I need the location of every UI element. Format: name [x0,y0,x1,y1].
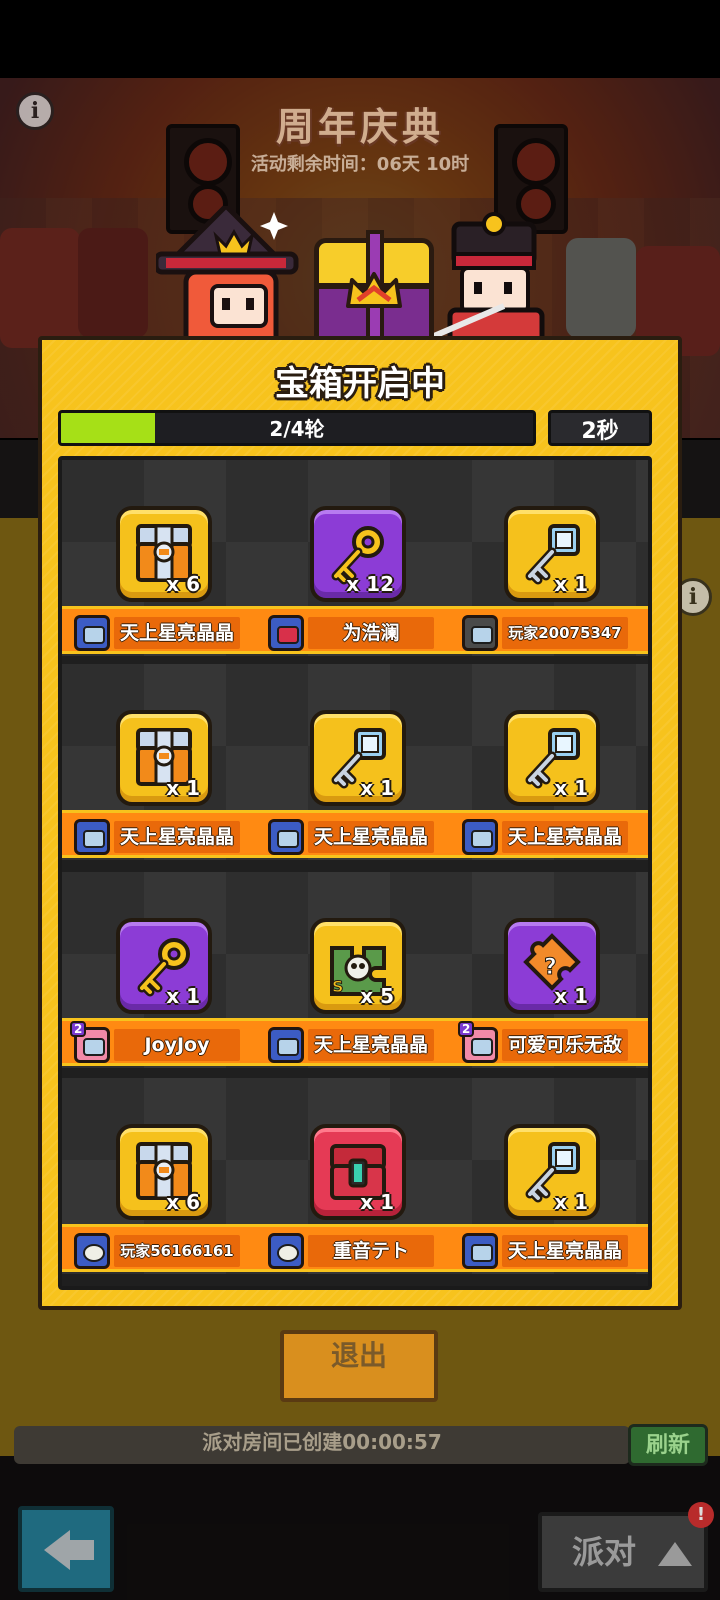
svg-text:?: ? [544,955,557,980]
party-button[interactable]: 派对 [538,1512,708,1592]
player-avatar [74,615,110,651]
player-name: 为浩澜 [308,617,434,649]
back-arrow-shaft [66,1540,94,1560]
reward-quantity: x 1 [166,776,200,800]
player-name: 天上星亮晶晶 [502,821,628,853]
reward-round: x 1 Sx 5? x 1 2 JoyJoy 天上星亮晶晶 2 可爱可乐无敌 [62,872,648,1068]
reward-round: x 6 x 1 x 1 玩家56166161 重音テト 天上星亮晶晶 [62,1078,648,1274]
player-avatar [74,819,110,855]
reward-round: x 6 x 12 x 1 天上星亮晶晶 为浩澜 玩家20075347 [62,460,648,656]
player-name: 天上星亮晶晶 [308,821,434,853]
reward-quantity: x 12 [346,572,394,596]
player-level-badge: 2 [70,1021,87,1037]
reward-item[interactable]: x 1 [504,506,600,602]
party-room-status: 派对房间已创建00:00:57 [14,1426,630,1464]
player-avatar [74,1233,110,1269]
player-avatar [462,615,498,651]
reward-quantity: x 6 [166,1190,200,1214]
player-avatar [462,1233,498,1269]
exit-button[interactable]: 退出 [280,1330,438,1402]
party-label: 派对 [572,1533,637,1571]
refresh-button[interactable]: 刷新 [628,1424,708,1466]
svg-text:S: S [332,977,344,996]
reward-item[interactable]: x 6 [116,1124,212,1220]
winner-name-bar: 天上星亮晶晶 为浩澜 玩家20075347 [62,606,648,654]
panel-title: 宝箱开启中 [275,364,445,404]
reward-item[interactable]: x 1 [116,710,212,806]
reward-quantity: x 1 [360,776,394,800]
chevron-up-icon [658,1542,692,1566]
reward-item[interactable]: x 12 [310,506,406,602]
reward-quantity: x 1 [554,1190,588,1214]
player-avatar [268,1233,304,1269]
winner-name-bar: 天上星亮晶晶 天上星亮晶晶 天上星亮晶晶 [62,810,648,858]
player-avatar [268,1027,304,1063]
player-name: 玩家20075347 [502,617,628,649]
winner-name-bar: 玩家56166161 重音テト 天上星亮晶晶 [62,1224,648,1272]
player-name: 天上星亮晶晶 [502,1235,628,1267]
reward-item[interactable]: x 1 [504,1124,600,1220]
player-avatar [268,819,304,855]
countdown-timer: 2秒 [548,410,652,446]
event-timer: 活动剩余时间：06天 10时 [250,154,470,175]
reward-item[interactable]: x 1 [310,710,406,806]
reward-quantity: x 6 [166,572,200,596]
notification-badge: ! [688,1502,714,1528]
player-name: 天上星亮晶晶 [114,617,240,649]
reward-quantity: x 5 [360,984,394,1008]
reward-item[interactable]: x 6 [116,506,212,602]
chest-opening-panel: 宝箱开启中 2/4轮 2秒 x 6x 12 x 1 天上星亮晶晶 为浩澜 玩家20075… [38,336,682,1310]
player-name: 天上星亮晶晶 [308,1029,434,1061]
reward-quantity: x 1 [554,572,588,596]
round-progress-label: 2/4轮 [269,417,325,441]
player-name: 天上星亮晶晶 [114,821,240,853]
player-level-badge: 2 [458,1021,475,1037]
reward-round: x 1 x 1 x 1 天上星亮晶晶 天上星亮晶晶 天上星亮晶晶 [62,664,648,860]
player-avatar [268,615,304,651]
reward-grid: x 6x 12 x 1 天上星亮晶晶 为浩澜 玩家20075347 x 1x 1x 1 天上… [58,456,652,1290]
royal-chest-icon [314,230,434,344]
witch-character [153,202,306,349]
reward-item[interactable]: x 1 [504,710,600,806]
back-button[interactable] [18,1506,114,1592]
player-avatar [462,819,498,855]
reward-item[interactable]: Sx 5 [310,918,406,1014]
player-name: 玩家56166161 [114,1235,240,1267]
winner-name-bar: 2 JoyJoy 天上星亮晶晶 2 可爱可乐无敌 [62,1018,648,1066]
player-name: 重音テト [308,1235,434,1267]
reward-item[interactable]: x 1 [116,918,212,1014]
reward-item[interactable]: ? x 1 [504,918,600,1014]
reward-quantity: x 1 [166,984,200,1008]
reward-quantity: x 1 [360,1190,394,1214]
soldier-character [432,210,554,345]
player-name: 可爱可乐无敌 [502,1029,628,1061]
event-title: 周年庆典 [275,105,444,149]
reward-quantity: x 1 [554,984,588,1008]
player-name: JoyJoy [114,1029,240,1061]
reward-quantity: x 1 [554,776,588,800]
reward-item[interactable]: x 1 [310,1124,406,1220]
round-progress-bar: 2/4轮 [58,410,536,446]
